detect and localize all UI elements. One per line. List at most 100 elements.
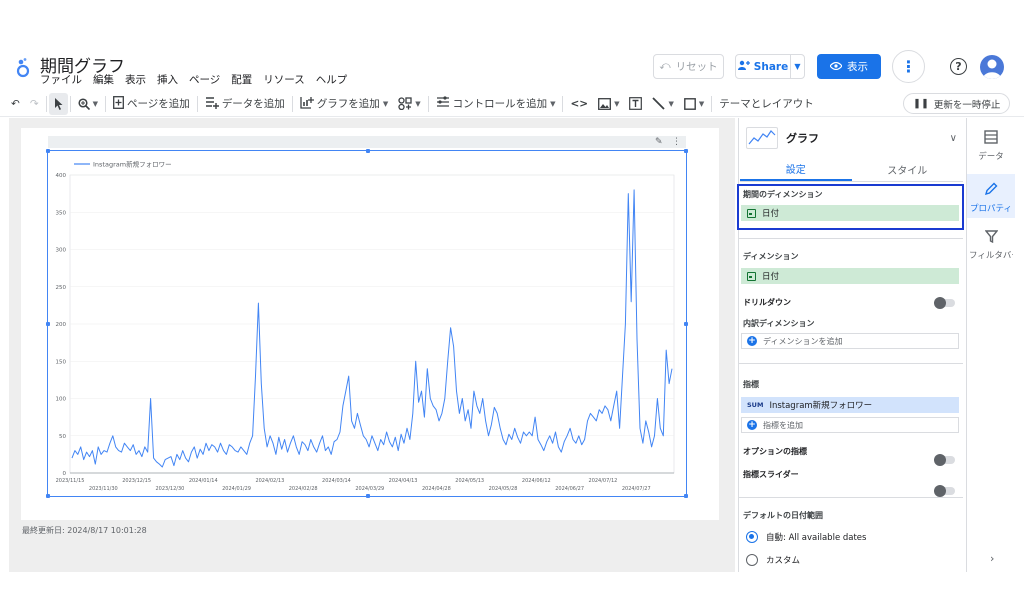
add-page-icon bbox=[113, 95, 124, 112]
radio-selected-icon[interactable] bbox=[746, 531, 758, 543]
menu-item[interactable]: 表示 bbox=[125, 72, 146, 87]
view-button[interactable]: 表示 bbox=[817, 54, 881, 79]
chevron-down-icon: ▼ bbox=[698, 99, 705, 108]
dimension-chip[interactable]: 日付 bbox=[741, 268, 959, 284]
control-icon bbox=[436, 96, 450, 111]
text-box-icon[interactable] bbox=[624, 91, 647, 116]
drilldown-toggle[interactable] bbox=[934, 297, 955, 309]
menu-item[interactable]: リソース bbox=[263, 72, 304, 87]
undo-arrow-icon: ⤺ bbox=[659, 60, 671, 72]
toolbar-divider bbox=[427, 95, 429, 112]
chevron-right-icon[interactable]: › bbox=[990, 552, 994, 565]
community-viz-icon[interactable]: ▼ bbox=[393, 91, 425, 116]
add-person-icon bbox=[737, 60, 750, 73]
menu-item[interactable]: 配置 bbox=[231, 72, 252, 87]
metric-aggregation: SUM bbox=[747, 401, 764, 409]
dimension-value: 日付 bbox=[762, 272, 780, 282]
share-button[interactable]: Share ▼ bbox=[735, 54, 805, 79]
rail-filter-label: フィルタバー bbox=[969, 251, 1013, 261]
rail-data[interactable]: データ bbox=[967, 130, 1015, 166]
x-tick-label: 2024/07/12 bbox=[589, 478, 618, 484]
menu-item[interactable]: ファイル bbox=[40, 72, 82, 87]
section-divider bbox=[739, 363, 963, 364]
y-tick-label: 300 bbox=[56, 248, 67, 254]
redo-icon[interactable]: ↷ bbox=[25, 91, 44, 116]
x-tick-label: 2024/04/13 bbox=[389, 478, 418, 484]
time-series-chart[interactable]: 0 50 100 150 200 250 300 350 400 2023/11/15 2023/1… bbox=[48, 151, 686, 496]
rail-filter-bar[interactable]: フィルタバー bbox=[967, 230, 1015, 266]
rail-properties-label: プロパティ bbox=[970, 204, 1012, 214]
pencil-edit-icon[interactable]: ✎ bbox=[655, 137, 663, 147]
add-page-label: ページを追加 bbox=[127, 98, 190, 110]
chart-header-bar bbox=[48, 136, 686, 148]
undo-icon[interactable]: ↶ bbox=[6, 91, 25, 116]
pause-updates-label: 更新を一時停止 bbox=[933, 99, 1001, 111]
toolbar-divider bbox=[45, 95, 47, 112]
legend-label: Instagram新規フォロワー bbox=[93, 160, 172, 169]
menu-item[interactable]: 編集 bbox=[93, 72, 114, 87]
chevron-down-icon: ▼ bbox=[614, 99, 620, 108]
x-tick-label: 2024/06/27 bbox=[555, 486, 584, 492]
auto-range-option[interactable]: 自動: All available dates bbox=[746, 531, 866, 543]
add-chart-label: グラフを追加 bbox=[316, 98, 380, 110]
y-tick-label: 100 bbox=[56, 397, 67, 403]
avatar[interactable] bbox=[980, 55, 1004, 79]
shape-icon[interactable]: ▼ bbox=[679, 91, 709, 116]
reset-button[interactable]: ⤺ リセット bbox=[653, 54, 724, 79]
add-data-icon bbox=[205, 96, 219, 112]
zoom-icon[interactable]: ▼ bbox=[73, 91, 103, 116]
menu-item[interactable]: 挿入 bbox=[157, 72, 178, 87]
x-tick-label: 2024/02/13 bbox=[255, 478, 284, 484]
line-icon[interactable]: ▼ bbox=[647, 91, 678, 116]
y-tick-label: 0 bbox=[63, 471, 67, 477]
help-icon[interactable]: ? bbox=[950, 58, 967, 75]
looker-studio-logo-icon[interactable] bbox=[14, 57, 32, 79]
tab-style[interactable]: スタイル bbox=[852, 158, 964, 181]
view-label: 表示 bbox=[847, 61, 868, 73]
panel-tabs: 設定 スタイル bbox=[740, 158, 963, 182]
chevron-down-icon: ▼ bbox=[382, 99, 389, 108]
chevron-down-icon: ▼ bbox=[550, 99, 556, 108]
chart-type-selector[interactable]: グラフ ∨ bbox=[740, 124, 963, 152]
toolbar-divider bbox=[291, 95, 293, 112]
tab-setup[interactable]: 設定 bbox=[740, 158, 852, 181]
eye-icon bbox=[829, 61, 843, 73]
rail-properties[interactable]: プロパティ bbox=[967, 174, 1015, 218]
select-pointer-icon[interactable] bbox=[48, 92, 68, 115]
add-chart-button[interactable]: グラフを追加 ▼ bbox=[295, 91, 393, 116]
pause-updates-button[interactable]: ❚❚ 更新を一時停止 bbox=[903, 93, 1011, 114]
custom-range-option[interactable]: カスタム bbox=[746, 554, 800, 566]
metric-chip[interactable]: SUM Instagram新規フォロワー bbox=[741, 397, 959, 413]
add-dimension-field[interactable]: + ディメンションを追加 bbox=[741, 333, 959, 349]
chevron-down-icon: ▼ bbox=[415, 99, 421, 108]
x-tick-label: 2023/12/30 bbox=[156, 486, 185, 492]
y-tick-label: 250 bbox=[56, 285, 67, 291]
breakdown-dimension-label: 内訳ディメンション bbox=[743, 319, 815, 328]
menu-item[interactable]: ページ bbox=[189, 72, 220, 87]
optional-metric-toggle[interactable] bbox=[934, 454, 955, 466]
x-tick-label: 2024/01/14 bbox=[189, 478, 218, 484]
x-tick-label: 2023/12/15 bbox=[122, 478, 151, 484]
database-icon bbox=[984, 130, 998, 147]
reset-label: リセット bbox=[675, 61, 718, 73]
menu-item[interactable]: ヘルプ bbox=[316, 72, 348, 87]
metric-slider-toggle[interactable] bbox=[934, 485, 955, 497]
share-dropdown-icon[interactable]: ▼ bbox=[790, 55, 804, 78]
code-embed-icon[interactable]: <> bbox=[565, 91, 593, 116]
more-options-icon[interactable]: ⋮ bbox=[892, 50, 925, 83]
add-page-button[interactable]: ページを追加 bbox=[108, 91, 195, 116]
add-data-button[interactable]: データを追加 bbox=[200, 91, 290, 116]
share-main[interactable]: Share bbox=[736, 55, 790, 78]
toolbar-divider bbox=[105, 95, 107, 112]
radio-unselected-icon[interactable] bbox=[746, 554, 758, 566]
image-icon[interactable]: ▼ bbox=[593, 91, 624, 116]
chevron-down-icon: ▼ bbox=[92, 99, 99, 108]
add-metric-field[interactable]: + 指標を追加 bbox=[741, 417, 959, 433]
chevron-down-icon[interactable]: ∨ bbox=[950, 133, 957, 144]
chart-menu-icon[interactable]: ⋮ bbox=[672, 137, 681, 147]
filter-icon bbox=[984, 230, 998, 246]
add-circle-icon: + bbox=[747, 420, 757, 430]
add-control-button[interactable]: コントロールを追加 ▼ bbox=[431, 91, 561, 116]
theme-layout-button[interactable]: テーマとレイアウト bbox=[714, 91, 819, 116]
add-data-label: データを追加 bbox=[221, 98, 285, 110]
